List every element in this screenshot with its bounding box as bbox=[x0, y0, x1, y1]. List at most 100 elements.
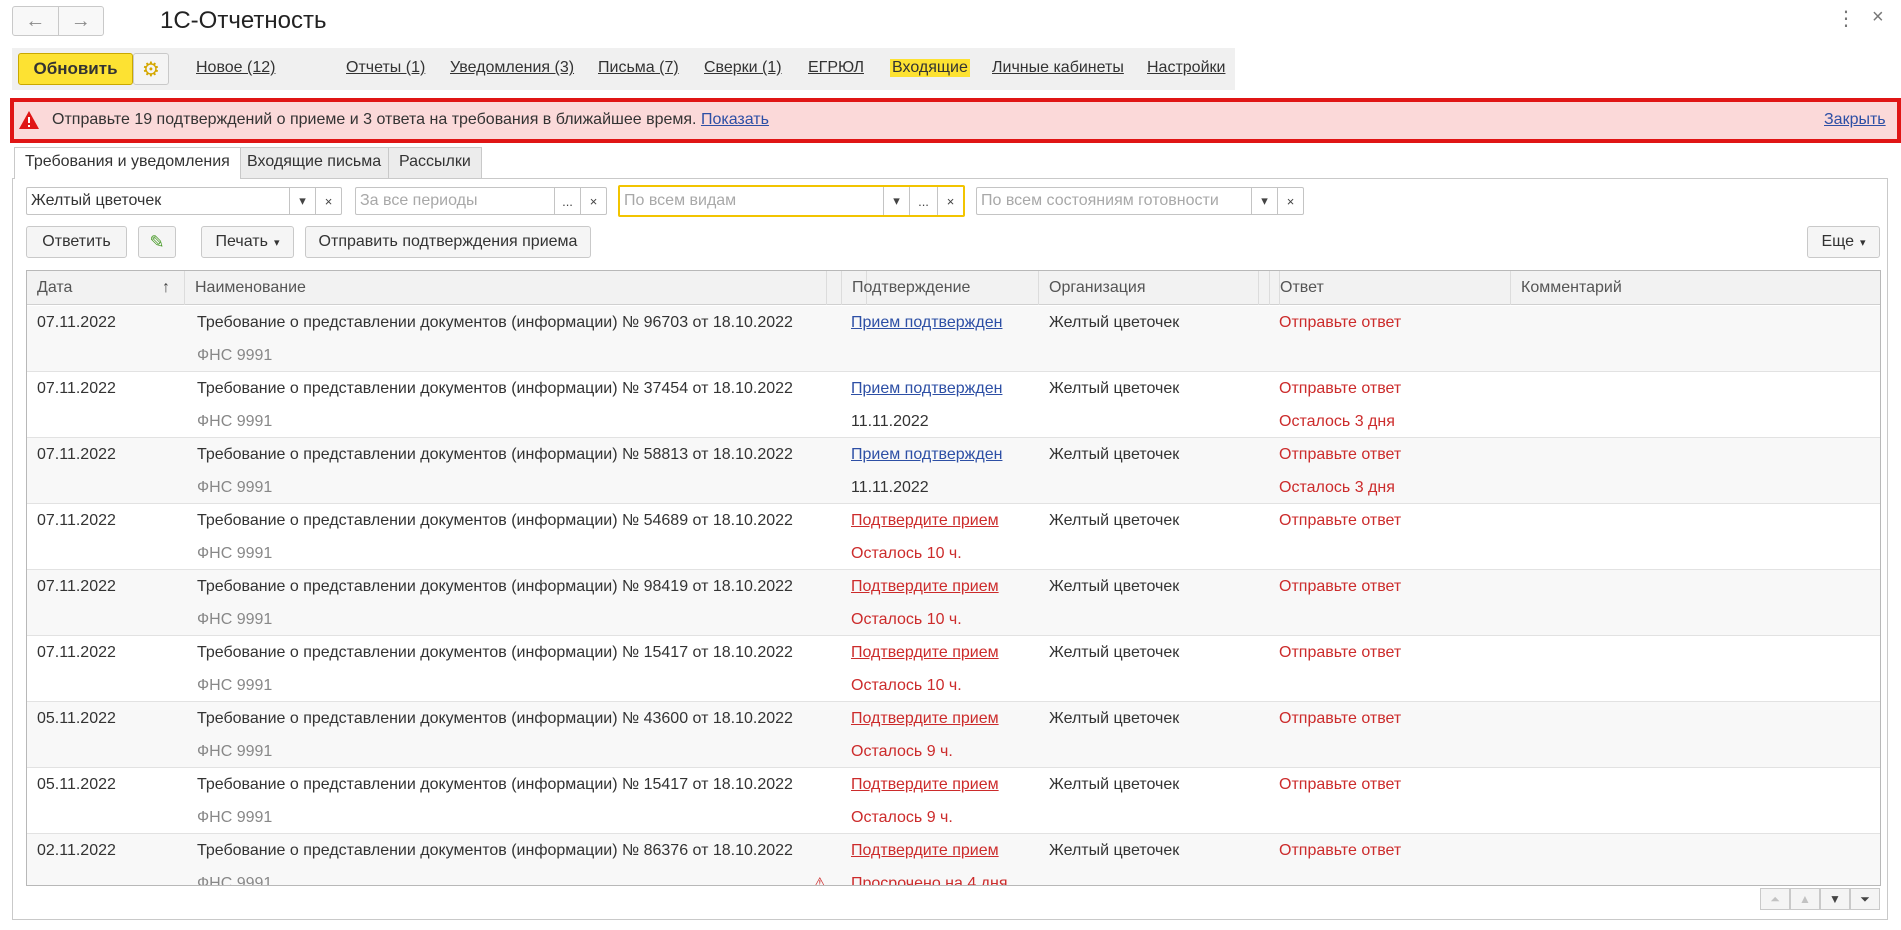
tab-incoming-letters[interactable]: Входящие письма bbox=[236, 147, 393, 178]
column-date[interactable]: Дата ↑ bbox=[27, 271, 185, 305]
row-sender: ФНС 9991 bbox=[197, 413, 273, 430]
edit-pencil-icon[interactable]: ✎ bbox=[138, 226, 176, 258]
row-confirmation-note: Осталось 9 ч. bbox=[851, 743, 953, 760]
row-name: Требование о представлении документов (и… bbox=[197, 842, 793, 859]
overdue-warning-icon: ⚠ bbox=[813, 875, 827, 886]
row-confirmation-note: Осталось 10 ч. bbox=[851, 545, 962, 562]
row-sender: ФНС 9991 bbox=[197, 677, 273, 694]
column-name[interactable]: Наименование bbox=[185, 271, 827, 305]
nav-link-incoming[interactable]: Входящие bbox=[890, 59, 970, 77]
row-organization: Желтый цветочек bbox=[1049, 710, 1180, 727]
row-confirmation-note: Осталось 10 ч. bbox=[851, 611, 962, 628]
nav-link-notifications[interactable]: Уведомления (3) bbox=[450, 59, 574, 77]
table-row[interactable]: 07.11.2022 Требование о представлении док… bbox=[27, 636, 1880, 702]
table-row[interactable]: 07.11.2022 Требование о представлении док… bbox=[27, 372, 1880, 438]
row-answer-note: Осталось 3 дня bbox=[1279, 413, 1395, 430]
row-date: 07.11.2022 bbox=[37, 578, 116, 595]
row-name: Требование о представлении документов (и… bbox=[197, 380, 793, 397]
chevron-down-icon[interactable]: ▾ bbox=[883, 187, 909, 215]
row-answer: Отправьте ответ bbox=[1279, 380, 1402, 397]
column-organization[interactable]: Организация bbox=[1039, 271, 1259, 305]
print-button[interactable]: Печать ▾ bbox=[201, 226, 294, 258]
clear-icon[interactable]: × bbox=[937, 187, 963, 215]
row-confirmation-link[interactable]: Подтвердите прием bbox=[851, 710, 999, 728]
table-header: Дата ↑ Наименование Подтверждение Органи… bbox=[27, 271, 1880, 305]
more-button-label: Еще bbox=[1821, 233, 1855, 250]
period-filter-placeholder: За все периоды bbox=[360, 192, 478, 209]
row-confirmation-link[interactable]: Подтвердите прием bbox=[851, 644, 999, 662]
nav-link-personal-accounts[interactable]: Личные кабинеты bbox=[992, 59, 1124, 77]
warning-icon bbox=[19, 111, 39, 129]
ellipsis-icon[interactable]: ... bbox=[554, 188, 580, 214]
ellipsis-icon[interactable]: ... bbox=[909, 187, 937, 215]
nav-link-reports[interactable]: Отчеты (1) bbox=[346, 59, 425, 77]
row-confirmation-link[interactable]: Подтвердите прием bbox=[851, 512, 999, 530]
kind-filter[interactable]: По всем видам ▾ ... × bbox=[618, 185, 965, 217]
table-row[interactable]: 05.11.2022 Требование о представлении док… bbox=[27, 768, 1880, 834]
close-icon[interactable]: × bbox=[1872, 6, 1884, 29]
row-confirmation-link[interactable]: Подтвердите прием bbox=[851, 842, 999, 860]
period-filter[interactable]: За все периоды ... × bbox=[355, 187, 607, 215]
organization-filter[interactable]: Желтый цветочек ▾ × bbox=[26, 187, 342, 215]
reply-button[interactable]: Ответить bbox=[26, 226, 127, 258]
nav-link-letters[interactable]: Письма (7) bbox=[598, 59, 679, 77]
clear-icon[interactable]: × bbox=[1277, 188, 1303, 214]
table-row[interactable]: 07.11.2022 Требование о представлении док… bbox=[27, 438, 1880, 504]
alert-show-link[interactable]: Показать bbox=[701, 111, 769, 128]
send-confirmations-button[interactable]: Отправить подтверждения приема bbox=[305, 226, 591, 258]
requirements-table: Дата ↑ Наименование Подтверждение Органи… bbox=[26, 270, 1881, 886]
row-confirmation-link[interactable]: Подтвердите прием bbox=[851, 578, 999, 596]
table-row[interactable]: 05.11.2022 Требование о представлении док… bbox=[27, 702, 1880, 768]
more-button[interactable]: Еще ▾ bbox=[1807, 226, 1880, 258]
state-filter[interactable]: По всем состояниям готовности ▾ × bbox=[976, 187, 1304, 215]
chevron-down-icon[interactable]: ▾ bbox=[289, 188, 315, 214]
nav-link-egrul[interactable]: ЕГРЮЛ bbox=[808, 59, 864, 77]
row-answer: Отправьте ответ bbox=[1279, 776, 1402, 793]
row-organization: Желтый цветочек bbox=[1049, 380, 1180, 397]
row-organization: Желтый цветочек bbox=[1049, 776, 1180, 793]
nav-link-settings[interactable]: Настройки bbox=[1147, 59, 1225, 77]
nav-link-new[interactable]: Новое (12) bbox=[196, 59, 275, 77]
gear-icon[interactable]: ⚙ bbox=[133, 53, 169, 85]
row-organization: Желтый цветочек bbox=[1049, 314, 1180, 331]
column-comment[interactable]: Комментарий bbox=[1511, 271, 1880, 305]
row-confirmation-link[interactable]: Подтвердите прием bbox=[851, 776, 999, 794]
row-name: Требование о представлении документов (и… bbox=[197, 776, 793, 793]
row-answer: Отправьте ответ bbox=[1279, 842, 1402, 859]
column-date-label: Дата bbox=[37, 279, 73, 296]
clear-icon[interactable]: × bbox=[580, 188, 606, 214]
scroll-up-icon[interactable]: ▲ bbox=[1790, 888, 1820, 910]
row-confirmation-link[interactable]: Прием подтвержден bbox=[851, 446, 1002, 464]
alert-close-link[interactable]: Закрыть bbox=[1824, 111, 1886, 129]
row-name: Требование о представлении документов (и… bbox=[197, 446, 793, 463]
back-arrow-icon[interactable]: ← bbox=[13, 7, 59, 35]
row-organization: Желтый цветочек bbox=[1049, 842, 1180, 859]
scroll-to-top-icon[interactable]: ⏶ bbox=[1760, 888, 1790, 910]
table-row[interactable]: 02.11.2022 Требование о представлении док… bbox=[27, 834, 1880, 886]
column-confirmation[interactable]: Подтверждение bbox=[841, 271, 1039, 305]
chevron-down-icon[interactable]: ▾ bbox=[1251, 188, 1277, 214]
chevron-down-icon: ▾ bbox=[1860, 236, 1866, 249]
row-name: Требование о представлении документов (и… bbox=[197, 314, 793, 331]
table-row[interactable]: 07.11.2022 Требование о представлении док… bbox=[27, 306, 1880, 372]
row-confirmation-link[interactable]: Прием подтвержден bbox=[851, 314, 1002, 332]
tab-mailings[interactable]: Рассылки bbox=[388, 147, 482, 178]
more-menu-icon[interactable]: ⋮ bbox=[1836, 6, 1856, 31]
kind-filter-placeholder: По всем видам bbox=[624, 192, 737, 209]
row-date: 07.11.2022 bbox=[37, 446, 116, 463]
nav-link-reconciliations[interactable]: Сверки (1) bbox=[704, 59, 782, 77]
table-row[interactable]: 07.11.2022 Требование о представлении док… bbox=[27, 570, 1880, 636]
row-name: Требование о представлении документов (и… bbox=[197, 578, 793, 595]
column-answer[interactable]: Ответ bbox=[1269, 271, 1511, 305]
alert-message: Отправьте 19 подтверждений о приеме и 3 … bbox=[52, 111, 769, 129]
row-organization: Желтый цветочек bbox=[1049, 644, 1180, 661]
tab-requirements[interactable]: Требования и уведомления bbox=[14, 147, 241, 179]
forward-arrow-icon[interactable]: → bbox=[59, 7, 104, 35]
scroll-to-bottom-icon[interactable]: ⏷ bbox=[1850, 888, 1880, 910]
table-row[interactable]: 07.11.2022 Требование о представлении док… bbox=[27, 504, 1880, 570]
clear-icon[interactable]: × bbox=[315, 188, 341, 214]
refresh-button[interactable]: Обновить bbox=[18, 53, 133, 85]
row-confirmation-note: 11.11.2022 bbox=[851, 413, 929, 430]
row-confirmation-link[interactable]: Прием подтвержден bbox=[851, 380, 1002, 398]
scroll-down-icon[interactable]: ▼ bbox=[1820, 888, 1850, 910]
